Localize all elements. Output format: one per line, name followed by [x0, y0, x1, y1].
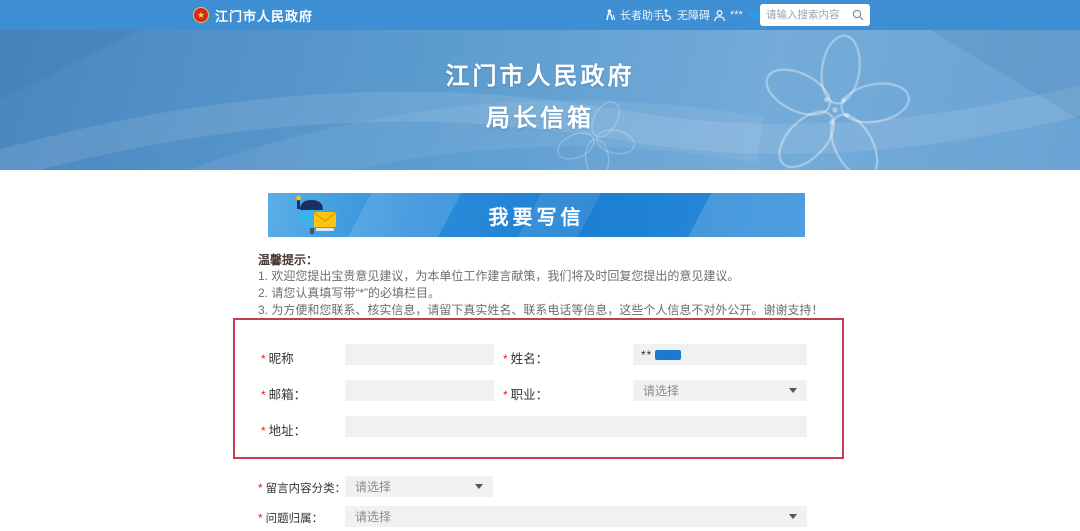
required-mark: * [503, 388, 508, 402]
national-emblem-icon: ★ [193, 7, 209, 23]
nickname-input[interactable] [345, 344, 494, 365]
write-letter-title: 我要写信 [488, 206, 585, 229]
occupation-label: * 职业： [503, 388, 549, 402]
tips-block: 温馨提示： 1. 欢迎您提出宝贵意见建议，为本单位工作建言献策，我们将及时回复您… [258, 252, 824, 319]
category-label: * 留言内容分类： [258, 481, 347, 495]
tips-item-2: 2. 请您认真填写带“*”的必填栏目。 [258, 286, 441, 300]
accessibility-link[interactable]: 无障碍 [661, 0, 710, 30]
required-mark: * [261, 388, 266, 402]
chevron-down-icon [789, 514, 797, 519]
name-label: * 姓名： [503, 352, 549, 366]
chevron-down-icon [789, 388, 797, 393]
required-mark: * [503, 352, 508, 366]
topbar: ★ 江门市人民政府 长者助手 无障碍 *** [0, 0, 1080, 30]
accessibility-icon [662, 9, 672, 21]
search-icon[interactable] [852, 9, 864, 21]
nickname-label: * 昵称 [261, 352, 294, 366]
email-label: * 邮箱： [261, 388, 307, 402]
search-box [760, 4, 870, 26]
address-input[interactable] [345, 416, 807, 437]
category-selected-value: 请选择 [355, 480, 392, 494]
banner-title: 江门市人民政府 局长信箱 [0, 56, 1080, 140]
attribution-select[interactable]: 请选择 [345, 506, 807, 527]
name-input[interactable]: ** [633, 344, 807, 365]
site-brand[interactable]: ★ 江门市人民政府 [193, 0, 313, 30]
user-masked-name: *** [730, 9, 743, 21]
address-label: * 地址： [261, 424, 307, 438]
required-mark: * [258, 481, 263, 495]
accessibility-label: 无障碍 [677, 10, 710, 22]
tips-heading: 温馨提示： [258, 253, 319, 267]
category-select[interactable]: 请选择 [345, 476, 493, 497]
banner-title-line2: 局长信箱 [486, 105, 594, 132]
write-letter-header: 我要写信 [268, 193, 805, 237]
attribution-selected-value: 请选择 [355, 510, 392, 524]
name-redaction-blob [655, 349, 682, 360]
elder-assistant-label: 长者助手 [620, 10, 664, 22]
search-input[interactable] [766, 9, 852, 21]
attribution-label: * 问题归属： [258, 511, 324, 525]
tips-item-3: 3. 为方便和您联系、核实信息，请留下真实姓名、联系电话等信息，这些个人信息不对… [258, 303, 824, 317]
user-icon [714, 9, 725, 21]
required-mark: * [258, 511, 263, 525]
required-mark: * [261, 424, 266, 438]
banner-title-line1: 江门市人民政府 [445, 63, 635, 90]
tips-item-1: 1. 欢迎您提出宝贵意见建议，为本单位工作建言献策，我们将及时回复您提出的意见建… [258, 269, 740, 283]
name-masked-value: ** [641, 347, 653, 362]
occupation-selected-value: 请选择 [643, 384, 680, 398]
elder-assistant-link[interactable]: 长者助手 [605, 0, 664, 30]
site-name: 江门市人民政府 [215, 8, 314, 24]
email-input[interactable] [345, 380, 494, 401]
user-account[interactable]: *** [713, 0, 765, 30]
required-mark: * [261, 352, 266, 366]
chevron-down-icon [475, 484, 483, 489]
hero-banner: 江门市人民政府 局长信箱 [0, 30, 1080, 170]
occupation-select[interactable]: 请选择 [633, 380, 807, 401]
elder-assistant-icon [606, 9, 616, 21]
page: ★ 江门市人民政府 长者助手 无障碍 *** 请输入搜索内容 江门市人民政府 局… [0, 0, 1080, 531]
